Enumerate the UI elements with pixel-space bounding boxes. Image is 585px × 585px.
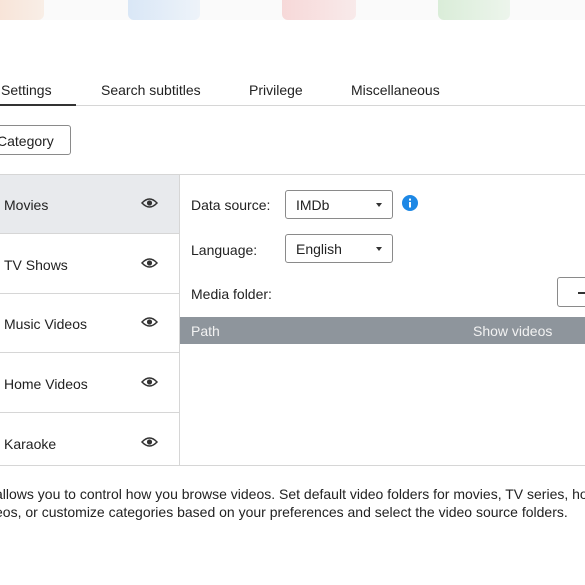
language-select[interactable]: English xyxy=(285,234,393,263)
eye-icon[interactable] xyxy=(141,197,158,209)
chevron-down-icon xyxy=(376,247,382,251)
category-label: Music Videos xyxy=(4,316,88,332)
eye-icon[interactable] xyxy=(141,316,158,328)
media-folder-label: Media folder: xyxy=(191,286,272,302)
plus-icon xyxy=(578,292,585,294)
active-tab-indicator xyxy=(0,104,76,106)
category-item-tv-shows[interactable]: TV Shows xyxy=(0,235,179,294)
column-header-path: Path xyxy=(191,323,220,339)
category-item-home-videos[interactable]: Home Videos xyxy=(0,354,179,413)
eye-icon[interactable] xyxy=(141,436,158,448)
category-item-karaoke[interactable]: Karaoke xyxy=(0,414,179,473)
language-label: Language: xyxy=(191,242,258,258)
tab-miscellaneous[interactable]: Miscellaneous xyxy=(351,82,440,98)
info-icon[interactable] xyxy=(402,195,418,211)
data-source-select[interactable]: IMDb xyxy=(285,190,393,219)
description-line-2: eos, or customize categories based on yo… xyxy=(0,504,568,520)
category-label: TV Shows xyxy=(4,257,68,273)
app-icon[interactable] xyxy=(128,0,200,20)
column-header-show-videos: Show videos xyxy=(473,323,553,339)
category-button[interactable]: Category xyxy=(0,125,71,155)
tab-search-subtitles[interactable]: Search subtitles xyxy=(101,82,201,98)
data-source-value: IMDb xyxy=(296,197,330,213)
data-source-label: Data source: xyxy=(191,197,271,213)
language-value: English xyxy=(296,241,342,257)
category-label: Home Videos xyxy=(4,376,88,392)
category-item-movies[interactable]: Movies xyxy=(0,175,179,234)
chevron-down-icon xyxy=(376,203,382,207)
top-app-icon-strip xyxy=(0,0,585,20)
app-icon[interactable] xyxy=(438,0,510,20)
category-label: Movies xyxy=(4,197,49,213)
category-item-music-videos[interactable]: Music Videos xyxy=(0,294,179,353)
media-folder-table-header: Path Show videos xyxy=(180,317,585,344)
app-icon[interactable] xyxy=(282,0,356,20)
eye-icon[interactable] xyxy=(141,257,158,269)
settings-tabs: Settings Search subtitles Privilege Misc… xyxy=(0,74,585,106)
tab-settings[interactable]: Settings xyxy=(1,82,52,98)
eye-icon[interactable] xyxy=(141,376,158,388)
add-folder-button[interactable] xyxy=(557,277,585,307)
tab-privilege[interactable]: Privilege xyxy=(249,82,303,98)
description-line-1: allows you to control how you browse vid… xyxy=(0,486,585,502)
category-label: Karaoke xyxy=(4,436,57,452)
app-icon[interactable] xyxy=(0,0,44,20)
